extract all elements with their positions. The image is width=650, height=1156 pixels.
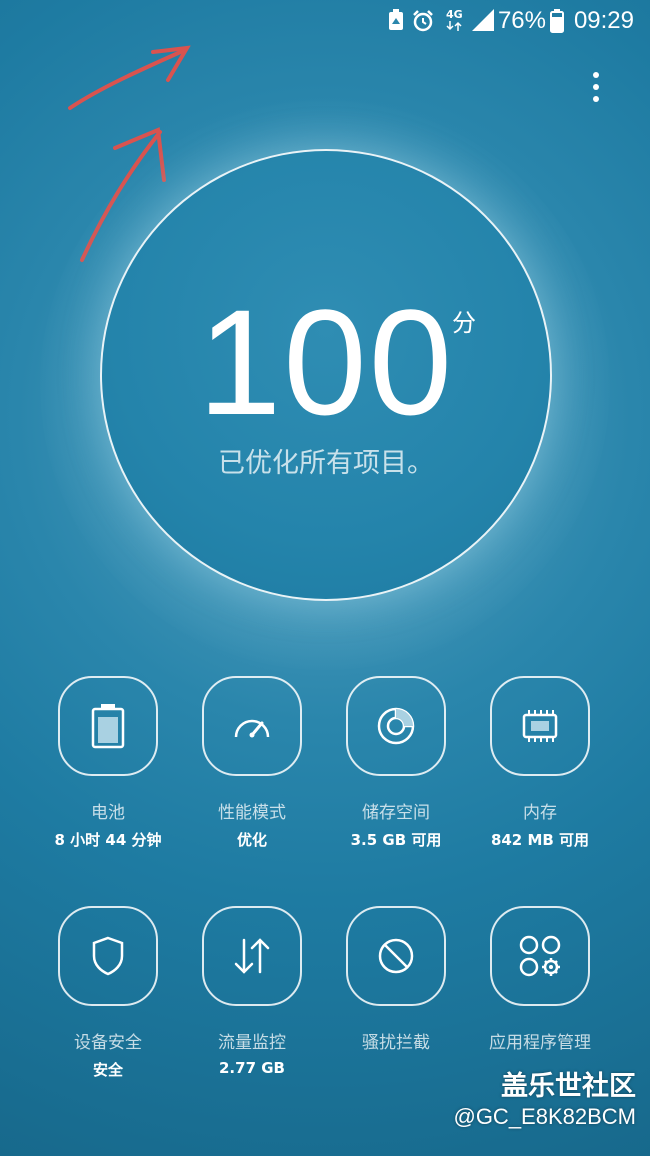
tile-label: 储存空间 [362,803,430,823]
tile-data-usage-button[interactable] [202,906,302,1006]
tile-value: 842 MB 可用 [490,831,590,849]
tile-label: 性能模式 [218,803,286,823]
more-options-icon[interactable] [590,72,602,106]
block-icon [378,938,414,974]
tile-label: 应用程序管理 [489,1033,591,1053]
apps-settings-icon [519,935,561,977]
tile-call-block-button[interactable] [346,906,446,1006]
memory-chip-icon [522,710,558,742]
tile-app-manager-button[interactable] [490,906,590,1006]
battery-icon [550,9,564,33]
tile-storage[interactable]: 储存空间 3.5 GB 可用 [324,676,468,850]
tile-label: 内存 [523,803,557,823]
data-transfer-icon [234,938,270,974]
tile-value: 8 小时 44 分钟 [54,831,162,849]
score-value: 100 [197,278,455,446]
network-type: 4G [446,8,463,21]
tile-value: 3.5 GB 可用 [350,831,442,849]
battery-icon [91,704,125,749]
tile-storage-button[interactable] [346,676,446,776]
tile-value: 2.77 GB [219,1059,285,1077]
watermark-user: @GC_E8K82BCM [453,1104,636,1129]
tile-call-block[interactable]: 骚扰拦截 [324,906,468,1059]
watermark-site: 盖乐世社区 [501,1071,636,1102]
tile-battery-button[interactable] [58,676,158,776]
tile-memory-button[interactable] [490,676,590,776]
tile-label: 骚扰拦截 [362,1033,430,1053]
optimize-score-button[interactable]: 100 分 已优化所有项目。 [100,149,552,601]
status-bar: 4G 76% 09:29 [0,0,650,44]
data-activity-icon [446,21,462,31]
tile-app-manager[interactable]: 应用程序管理 [468,906,612,1059]
tile-label: 流量监控 [218,1033,286,1053]
tile-memory[interactable]: 内存 842 MB 可用 [468,676,612,850]
tile-battery[interactable]: 电池 8 小时 44 分钟 [36,676,180,850]
storage-donut-icon [377,707,415,745]
tile-security[interactable]: 设备安全 安全 [36,906,180,1080]
speedometer-icon [234,719,270,738]
signal-icon [472,9,494,31]
score-status: 已优化所有项目。 [218,448,434,479]
tile-security-button[interactable] [58,906,158,1006]
battery-percent: 76% [497,7,546,34]
tile-value: 安全 [92,1061,123,1079]
alarm-icon [413,10,433,32]
tile-label: 电池 [91,803,125,823]
tile-data-usage[interactable]: 流量监控 2.77 GB [180,906,324,1077]
score-unit: 分 [452,309,476,337]
tile-performance-button[interactable] [202,676,302,776]
shield-icon [92,936,124,976]
tile-performance[interactable]: 性能模式 优化 [180,676,324,850]
tile-value: 优化 [236,831,267,849]
recycle-icon [389,9,403,30]
clock: 09:29 [573,7,634,34]
tile-label: 设备安全 [74,1033,142,1053]
